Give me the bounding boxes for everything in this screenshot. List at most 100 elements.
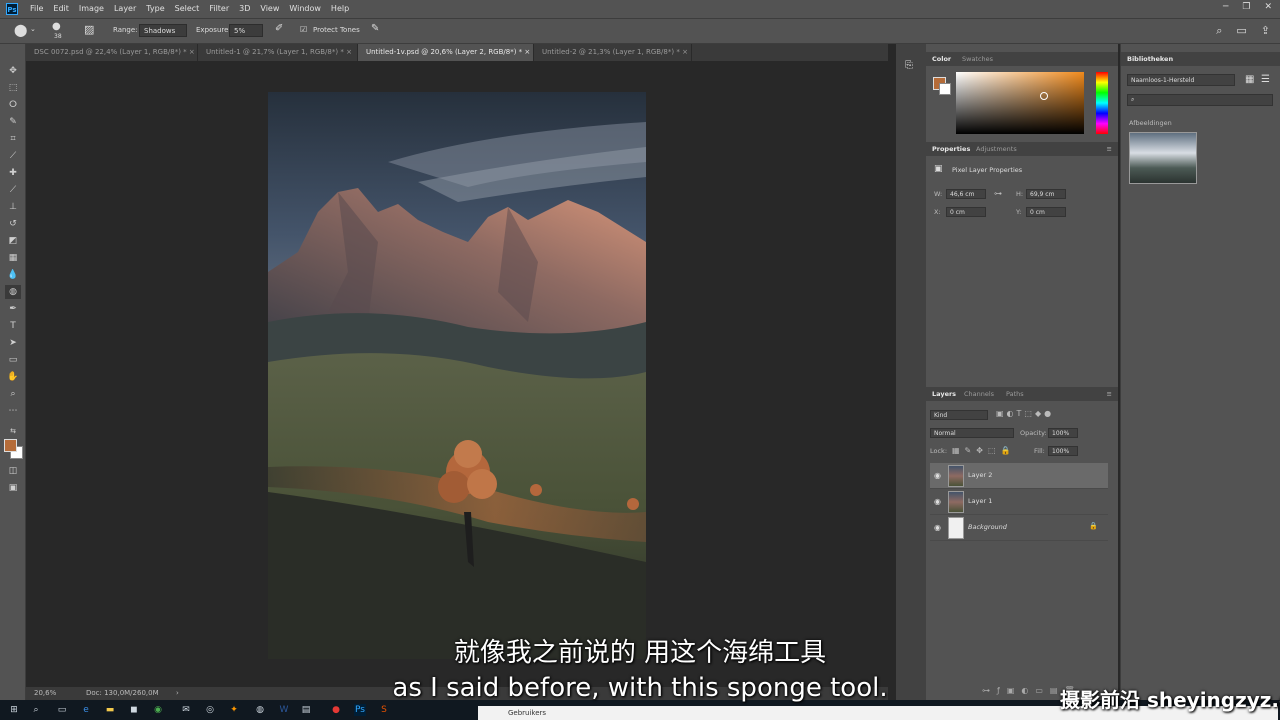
store-icon[interactable]: ◼: [128, 704, 140, 716]
brush-panel-icon[interactable]: ▨: [84, 23, 94, 36]
type-tool-icon[interactable]: T: [5, 319, 21, 333]
app-icon[interactable]: ✦: [228, 704, 240, 716]
width-field[interactable]: 46,6 cm: [946, 189, 986, 199]
menu-edit[interactable]: Edit: [53, 4, 69, 13]
panel-menu-icon[interactable]: ≡: [1107, 390, 1112, 398]
app-icon[interactable]: ▤: [300, 704, 312, 716]
menu-select[interactable]: Select: [175, 4, 200, 13]
path-selection-tool-icon[interactable]: ➤: [5, 336, 21, 350]
app-icon[interactable]: S: [378, 704, 390, 716]
tab-adjustments[interactable]: Adjustments: [976, 145, 1017, 153]
tab-color[interactable]: Color: [932, 55, 951, 63]
word-icon[interactable]: W: [278, 704, 290, 716]
document-canvas[interactable]: [268, 92, 646, 659]
brush-preview-icon[interactable]: ●: [52, 21, 61, 32]
tab-swatches[interactable]: Swatches: [962, 55, 993, 63]
more-tools-icon[interactable]: ⋯: [5, 404, 21, 418]
file-explorer-icon[interactable]: ▬: [104, 704, 116, 716]
move-tool-icon[interactable]: ✥: [5, 64, 21, 78]
rectangle-tool-icon[interactable]: ▭: [5, 353, 21, 367]
height-field[interactable]: 69,9 cm: [1026, 189, 1066, 199]
panel-menu-icon[interactable]: ≡: [1107, 145, 1112, 153]
close-window-button[interactable]: ✕: [1264, 2, 1272, 12]
color-background-swatch[interactable]: [939, 83, 951, 95]
sponge-tool-preset-icon[interactable]: ⬤: [14, 23, 27, 37]
brush-tool-icon[interactable]: ⟋: [5, 183, 21, 197]
menu-view[interactable]: View: [260, 4, 279, 13]
tab-untitled-2[interactable]: Untitled-2 @ 21,3% (Layer 1, RGB/8*) * ×: [534, 44, 692, 61]
minimize-button[interactable]: ─: [1223, 2, 1228, 12]
close-icon[interactable]: ×: [346, 48, 352, 56]
library-image-thumbnail[interactable]: [1129, 132, 1197, 184]
eye-icon[interactable]: ◉: [934, 523, 941, 532]
menu-file[interactable]: File: [30, 4, 43, 13]
menu-help[interactable]: Help: [331, 4, 349, 13]
app-icon[interactable]: ◎: [204, 704, 216, 716]
sponge-tool-icon[interactable]: ◍: [5, 285, 21, 299]
layer-row-layer-1[interactable]: ◉ Layer 1: [930, 489, 1108, 515]
edge-icon[interactable]: e: [80, 704, 92, 716]
marquee-tool-icon[interactable]: ⬚: [5, 81, 21, 95]
y-field[interactable]: 0 cm: [1026, 207, 1066, 217]
app-icon[interactable]: ●: [330, 704, 342, 716]
tab-untitled-1[interactable]: Untitled-1 @ 21,7% (Layer 1, RGB/8*) * ×: [198, 44, 358, 61]
task-view-icon[interactable]: ▭: [56, 704, 68, 716]
chevron-down-icon[interactable]: ⌄: [30, 25, 36, 33]
crop-tool-icon[interactable]: ⌗: [5, 132, 21, 146]
layer-row-background[interactable]: ◉ Background 🔒: [930, 515, 1108, 541]
menu-type[interactable]: Type: [146, 4, 164, 13]
tab-libraries[interactable]: Bibliotheken: [1127, 55, 1173, 63]
link-dimensions-icon[interactable]: ⊶: [994, 189, 1002, 198]
lock-icons[interactable]: ▦✎✥⬚🔒: [952, 446, 1015, 455]
protect-tones-checkbox[interactable]: ☑: [300, 25, 307, 34]
history-brush-tool-icon[interactable]: ↺: [5, 217, 21, 231]
clone-stamp-tool-icon[interactable]: ⊥: [5, 200, 21, 214]
eraser-tool-icon[interactable]: ◩: [5, 234, 21, 248]
workspace-icon[interactable]: ▭: [1236, 24, 1246, 38]
menu-filter[interactable]: Filter: [209, 4, 229, 13]
blend-mode-select[interactable]: Normal: [930, 428, 1014, 438]
zoom-tool-icon[interactable]: ⌕: [5, 387, 21, 401]
library-search-input[interactable]: ⌕: [1127, 94, 1273, 106]
list-view-icon[interactable]: ☰: [1261, 74, 1270, 85]
pen-tool-icon[interactable]: ✒: [5, 302, 21, 316]
exposure-field[interactable]: 5%: [229, 24, 263, 37]
foreground-color-swatch[interactable]: [4, 439, 17, 452]
quick-mask-icon[interactable]: ◫: [5, 464, 21, 478]
healing-brush-tool-icon[interactable]: ✚: [5, 166, 21, 180]
close-icon[interactable]: ×: [682, 48, 688, 56]
library-select[interactable]: Naamloos-1-Hersteld: [1127, 74, 1235, 86]
menu-window[interactable]: Window: [289, 4, 321, 13]
grid-view-icon[interactable]: ▦: [1245, 74, 1254, 85]
lasso-tool-icon[interactable]: ⵔ: [5, 98, 21, 112]
tab-properties[interactable]: Properties: [932, 145, 970, 153]
quick-selection-tool-icon[interactable]: ✎: [5, 115, 21, 129]
search-icon[interactable]: ⌕: [30, 704, 42, 716]
pressure-icon[interactable]: ✎: [371, 23, 379, 34]
close-icon[interactable]: ×: [524, 48, 530, 56]
chrome-icon[interactable]: ◉: [152, 704, 164, 716]
color-spectrum-field[interactable]: [956, 72, 1084, 134]
tab-paths[interactable]: Paths: [1006, 390, 1024, 398]
windows-start-icon[interactable]: ⊞: [8, 704, 20, 716]
gradient-tool-icon[interactable]: ▦: [5, 251, 21, 265]
hue-slider[interactable]: [1096, 72, 1108, 134]
mail-icon[interactable]: ✉: [180, 704, 192, 716]
history-panel-icon[interactable]: ⎘: [905, 60, 913, 71]
color-picker-handle[interactable]: [1040, 92, 1048, 100]
eye-icon[interactable]: ◉: [934, 497, 941, 506]
menu-layer[interactable]: Layer: [114, 4, 136, 13]
screen-mode-icon[interactable]: ▣: [5, 481, 21, 495]
layer-filter-kind[interactable]: Kind: [930, 410, 988, 420]
tab-untitled-1v[interactable]: Untitled-1v.psd @ 20,6% (Layer 2, RGB/8*…: [358, 44, 534, 61]
eyedropper-tool-icon[interactable]: ⟋: [5, 149, 21, 163]
search-icon[interactable]: ⌕: [1216, 24, 1222, 38]
hand-tool-icon[interactable]: ✋: [5, 370, 21, 384]
layer-filter-icons[interactable]: ▣◐T⬚◆●: [996, 409, 1054, 418]
tab-dsc-0072[interactable]: DSC 0072.psd @ 22,4% (Layer 1, RGB/8*) *…: [26, 44, 198, 61]
swap-colors-icon[interactable]: ⇆: [5, 424, 21, 438]
menu-image[interactable]: Image: [79, 4, 104, 13]
x-field[interactable]: 0 cm: [946, 207, 986, 217]
app-icon[interactable]: ◍: [254, 704, 266, 716]
menu-3d[interactable]: 3D: [239, 4, 250, 13]
